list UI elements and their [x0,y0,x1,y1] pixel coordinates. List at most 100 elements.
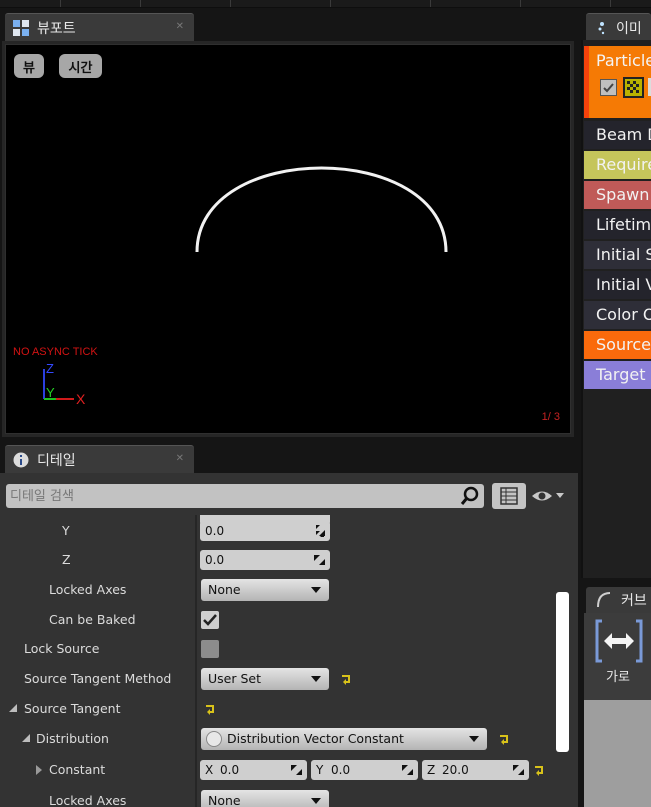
close-icon[interactable]: ✕ [176,21,184,32]
view-options-button[interactable] [530,486,570,506]
locked-axes-2-dropdown[interactable]: None [201,790,329,807]
fit-horizontal-icon [595,619,643,663]
property-label-z: Z [62,552,71,567]
emitter-header[interactable]: Particle [589,46,651,118]
can-be-baked-checkbox[interactable] [201,611,219,629]
expand-arrow-icon[interactable] [22,734,30,742]
module-initial-size[interactable]: Initial S [584,241,651,269]
property-label-constant: Constant [49,762,106,777]
property-label-lock-source: Lock Source [24,641,100,656]
tab-curve-editor[interactable]: 커브 [586,587,651,613]
close-icon[interactable]: ✕ [176,453,184,464]
distribution-dropdown[interactable]: Distribution Vector Constant [201,728,487,750]
distribution-class-icon [206,731,222,747]
reset-to-default-icon[interactable] [533,764,545,776]
constant-x-field[interactable]: X 0.0 [200,760,307,780]
viewport-frame: 뷰 시간 NO ASYNC TICK Z Y X 1/ 3 [2,41,574,437]
chevron-down-icon [469,736,479,742]
constant-y-field[interactable]: Y 0.0 [311,760,418,780]
module-spawn[interactable]: Spawn [584,181,651,209]
module-lifetime[interactable]: Lifetime [584,211,651,239]
z-axis-label: Z [427,763,436,777]
axis-y-label: Y [46,385,55,400]
curve-tab-title: 커브 [621,593,647,609]
details-tab-title: 디테일 [37,452,76,469]
module-target[interactable]: Target [584,361,651,389]
distribution-value: Distribution Vector Constant [227,731,404,746]
constant-y-value: 0.0 [331,763,351,777]
constant-x-value: 0.0 [220,763,240,777]
viewport-tab-title: 뷰포트 [37,20,76,37]
property-row-can-be-baked: Can be Baked [0,605,552,635]
locked-axes-value: None [208,582,241,597]
property-row-source-tangent[interactable]: Source Tangent [0,694,552,724]
drag-handle-icon[interactable] [314,525,326,537]
reset-to-default-icon[interactable] [340,673,352,685]
axis-x-label: X [76,391,86,407]
drag-handle-icon[interactable] [291,764,303,776]
property-label-locked-axes: Locked Axes [49,582,127,597]
emitter-enable-checkbox[interactable] [600,79,617,96]
property-label-can-be-baked: Can be Baked [49,612,136,627]
z-value-field[interactable]: 0.0 [200,550,330,570]
eye-icon [532,491,564,501]
property-label-y: Y [62,523,70,538]
axis-z-label: Z [46,361,54,376]
constant-z-field[interactable]: Z 20.0 [422,760,529,780]
lock-source-checkbox[interactable] [201,640,219,658]
x-axis-label: X [205,763,214,777]
viewport-canvas[interactable]: 뷰 시간 NO ASYNC TICK Z Y X 1/ 3 [5,44,571,434]
y-axis-label: Y [316,763,324,777]
chevron-down-icon [311,798,321,804]
details-scrollbar-thumb[interactable] [556,592,569,752]
emitters-tab-title: 이미 [616,20,642,37]
horizontal-label: 가로 [606,670,630,685]
emitter-solo-icon[interactable] [623,77,644,98]
source-tangent-method-value: User Set [208,671,261,686]
drag-handle-icon[interactable] [402,764,414,776]
curve-icon [597,592,611,608]
module-color-over-life[interactable]: Color O [584,301,651,329]
collapse-arrow-icon[interactable] [36,765,42,775]
property-label-locked-axes-2: Locked Axes [49,793,127,807]
property-row-lock-source: Lock Source [0,634,552,664]
grid-list-icon [500,487,518,505]
search-icon[interactable] [460,486,480,506]
property-matrix-button[interactable] [492,483,526,509]
chevron-down-icon [311,676,321,682]
curve-graph-area[interactable] [584,700,651,807]
checkmark-icon [603,83,614,93]
checkmark-icon [203,614,217,626]
tab-viewport[interactable]: 뷰포트 ✕ [5,13,194,41]
details-search-box[interactable] [6,484,484,508]
reset-to-default-icon[interactable] [204,703,216,715]
module-required[interactable]: Require [584,151,651,179]
reset-to-default-icon[interactable] [498,733,510,745]
no-async-tick-label: NO ASYNC TICK [13,346,98,358]
details-info-icon [13,452,29,468]
z-value: 0.0 [205,553,225,567]
drag-handle-icon[interactable] [513,764,525,776]
y-value: 0.0 [205,524,225,538]
fit-horizontal-button[interactable]: 가로 [594,618,646,688]
emitter-name: Particle [596,51,651,70]
chevron-down-icon [311,587,321,593]
expand-arrow-icon[interactable] [9,704,17,712]
property-label-distribution: Distribution [36,731,109,746]
tab-emitters[interactable]: 이미 [586,13,651,41]
emitter-icon [594,20,610,36]
y-value-field[interactable]: 0.0 [200,521,330,541]
viewport-icon [13,19,29,36]
source-tangent-method-dropdown[interactable]: User Set [201,668,329,690]
property-label-source-tangent-method: Source Tangent Method [24,671,172,686]
details-search-input[interactable] [10,486,450,506]
module-initial-velocity[interactable]: Initial V [584,271,651,299]
locked-axes-dropdown[interactable]: None [201,579,329,601]
tab-details[interactable]: 디테일 ✕ [5,445,194,473]
drag-handle-icon[interactable] [314,554,326,566]
module-beam-data[interactable]: Beam D [584,121,651,149]
top-menu-strip [0,0,651,8]
locked-axes-2-value: None [208,793,241,807]
constant-z-value: 20.0 [442,763,469,777]
module-source[interactable]: Source [584,331,651,359]
